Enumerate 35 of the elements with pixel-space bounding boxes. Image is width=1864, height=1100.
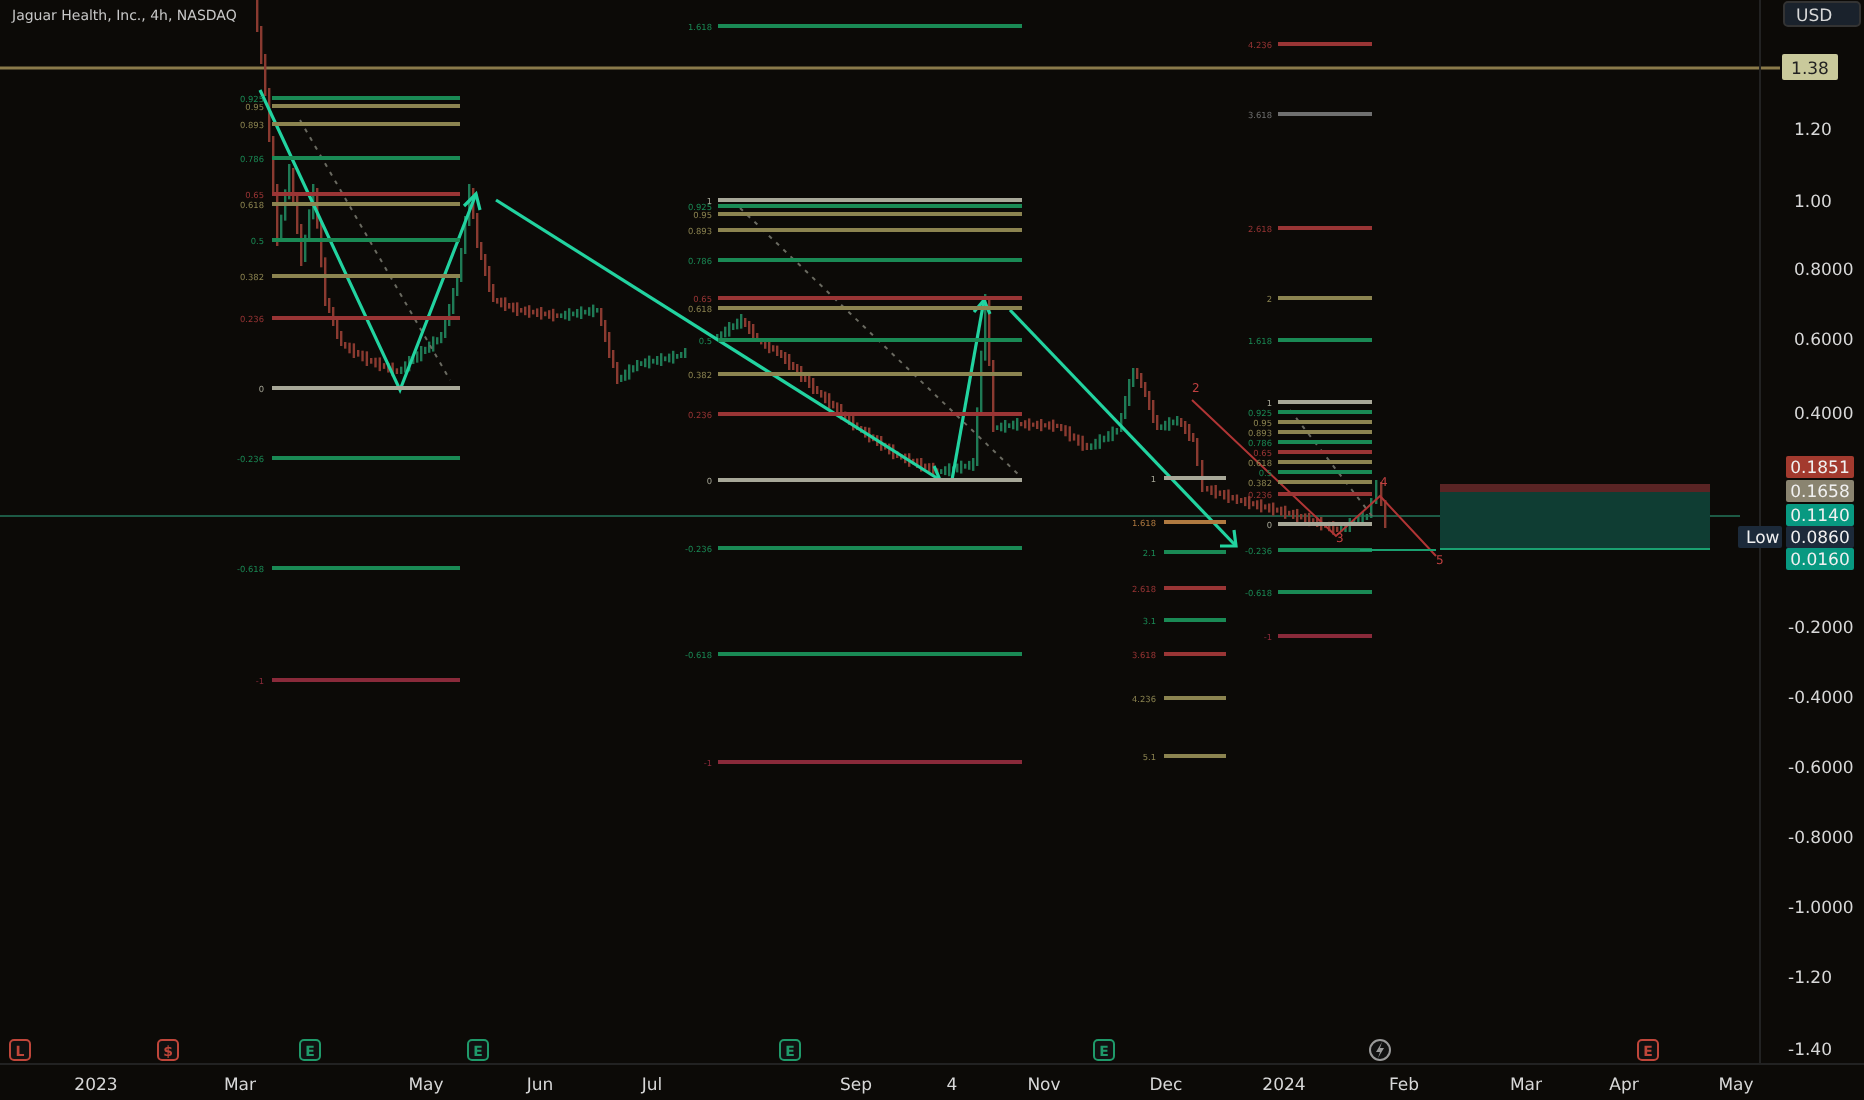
currency-button[interactable]: USD xyxy=(1783,1,1861,27)
price-tag: 0.0160 xyxy=(1786,548,1854,571)
time-axis-label: Dec xyxy=(1149,1076,1183,1096)
time-axis-label: Feb xyxy=(1388,1076,1420,1096)
price-tag: 0.1851 xyxy=(1786,456,1854,479)
price-tag: 0.1658 xyxy=(1786,480,1854,503)
time-axis-label: Jul xyxy=(641,1076,663,1096)
time-axis-label: Sep xyxy=(839,1076,873,1096)
time-axis-label: Mar xyxy=(1509,1076,1543,1096)
price-axis-label: -1.0000 xyxy=(1788,899,1854,919)
price-tag: 0.0860 xyxy=(1786,526,1854,549)
price-axis-label: -1.40 xyxy=(1788,1041,1832,1061)
time-axis-label: Apr xyxy=(1609,1076,1639,1096)
time-axis-label: May xyxy=(1718,1076,1754,1096)
time-axis-label: Nov xyxy=(1027,1076,1061,1096)
time-axis-label: May xyxy=(408,1076,444,1096)
time-axis-label: 2023 xyxy=(74,1076,118,1096)
price-axis-label: -0.4000 xyxy=(1788,689,1854,709)
price-tag: 0.1140 xyxy=(1786,504,1854,527)
price-axis-label: -0.6000 xyxy=(1788,759,1854,779)
price-axis-label: 0.4000 xyxy=(1794,405,1854,425)
price-axis-label: 0.8000 xyxy=(1794,261,1854,281)
price-tag: 1.38 xyxy=(1782,54,1838,80)
price-axis-label: 1.20 xyxy=(1794,121,1832,141)
price-axis-label: -0.2000 xyxy=(1788,619,1854,639)
time-axis-label: 4 xyxy=(946,1076,958,1096)
price-axis-label: 0.6000 xyxy=(1794,331,1854,351)
time-axis-label: Mar xyxy=(223,1076,257,1096)
time-axis-label: 2024 xyxy=(1262,1076,1306,1096)
price-label-tag: Low xyxy=(1738,526,1782,549)
time-axis-label: Jun xyxy=(526,1076,554,1096)
lightning-icon[interactable] xyxy=(1369,1039,1391,1061)
price-axis-label: -1.20 xyxy=(1788,969,1832,989)
price-axis-label: 1.00 xyxy=(1794,193,1832,213)
price-axis-label: -0.8000 xyxy=(1788,829,1854,849)
